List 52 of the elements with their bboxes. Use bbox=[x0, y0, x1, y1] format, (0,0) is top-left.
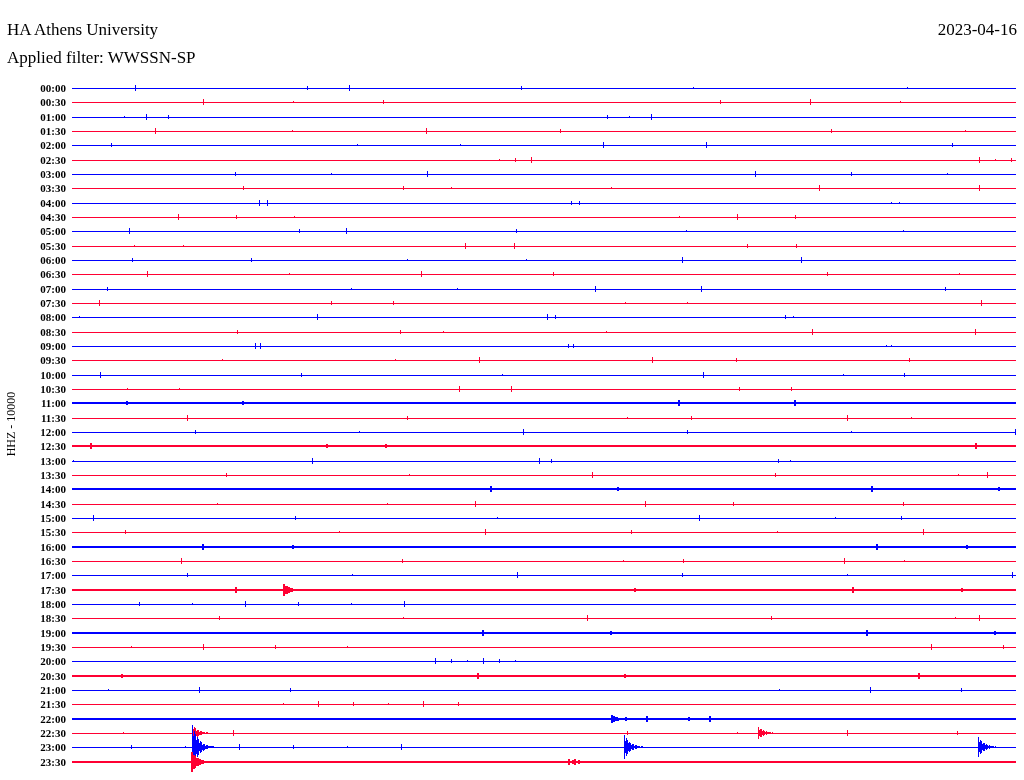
time-label: 21:00 bbox=[39, 683, 66, 696]
time-label: 00:30 bbox=[39, 96, 66, 109]
date-text: 2023-04-16 bbox=[937, 20, 1017, 40]
time-label: 08:00 bbox=[39, 311, 66, 324]
time-label: 13:00 bbox=[39, 454, 66, 467]
time-label: 01:30 bbox=[39, 125, 66, 138]
time-label: 06:30 bbox=[39, 268, 66, 281]
time-label: 05:30 bbox=[39, 239, 66, 252]
time-label: 23:30 bbox=[39, 755, 66, 768]
time-label: 09:30 bbox=[39, 354, 66, 367]
time-label: 06:00 bbox=[39, 254, 66, 267]
time-label: 03:00 bbox=[39, 168, 66, 181]
time-label: 00:00 bbox=[39, 82, 66, 95]
time-label: 09:00 bbox=[39, 340, 66, 353]
time-label: 22:00 bbox=[39, 712, 66, 725]
time-label: 13:30 bbox=[39, 469, 66, 481]
time-label: 02:30 bbox=[39, 153, 66, 166]
time-label: 12:30 bbox=[39, 440, 66, 453]
time-label: 20:00 bbox=[39, 655, 66, 668]
time-label: 18:30 bbox=[39, 612, 66, 625]
time-label: 19:30 bbox=[39, 640, 66, 653]
time-label: 07:00 bbox=[39, 282, 66, 295]
time-label: 07:30 bbox=[39, 297, 66, 310]
time-label: 17:00 bbox=[39, 569, 66, 582]
time-label: 15:00 bbox=[39, 512, 66, 524]
time-label: 17:30 bbox=[39, 583, 66, 596]
time-label: 15:30 bbox=[39, 526, 66, 539]
time-label: 16:00 bbox=[39, 540, 66, 553]
time-label: 04:00 bbox=[39, 196, 66, 209]
time-label: 23:00 bbox=[39, 741, 66, 754]
time-label: 08:30 bbox=[39, 325, 66, 338]
time-label: 03:30 bbox=[39, 182, 66, 195]
time-label: 10:30 bbox=[39, 383, 66, 396]
time-label: 04:30 bbox=[39, 211, 66, 224]
time-label: 01:00 bbox=[39, 110, 66, 123]
time-label: 16:30 bbox=[39, 555, 66, 567]
time-label: 20:30 bbox=[39, 669, 66, 682]
time-label: 22:30 bbox=[39, 726, 66, 739]
station-title: HA Athens University bbox=[7, 20, 159, 40]
time-label: 12:00 bbox=[39, 426, 66, 439]
filter-text: Applied filter: WWSSN-SP bbox=[7, 48, 196, 67]
time-label: 14:30 bbox=[39, 497, 66, 510]
time-label: 14:00 bbox=[39, 483, 66, 496]
time-label: 19:00 bbox=[39, 626, 66, 639]
axis-label: HHZ - 10000 bbox=[3, 392, 19, 457]
time-label: 05:00 bbox=[39, 225, 66, 238]
time-label: 10:00 bbox=[39, 368, 66, 381]
time-label: 11:30 bbox=[39, 411, 66, 424]
time-label: 21:30 bbox=[39, 698, 66, 711]
time-label: 18:00 bbox=[39, 597, 66, 610]
time-label: 11:00 bbox=[39, 397, 66, 410]
time-label: 02:00 bbox=[39, 139, 66, 152]
